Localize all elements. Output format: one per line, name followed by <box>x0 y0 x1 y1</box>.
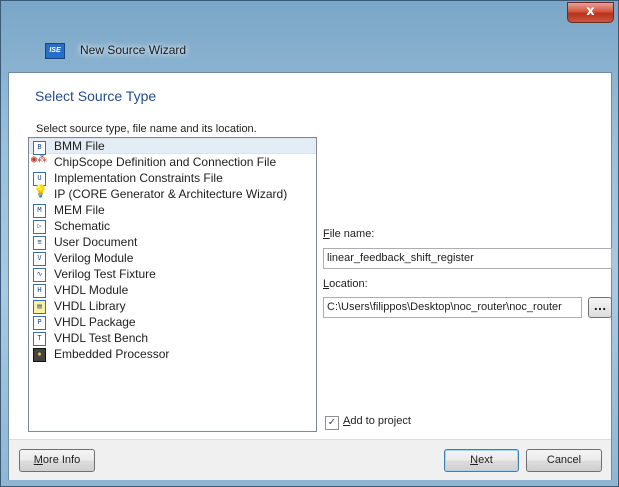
file-verilog-test-icon: ∿ <box>33 268 46 282</box>
list-item-mem-file[interactable]: M MEM File <box>29 202 316 218</box>
list-item-chipscope[interactable]: ◉⁂ ChipScope Definition and Connection Fi… <box>29 154 316 170</box>
file-name-input[interactable]: linear_feedback_shift_register <box>323 248 612 269</box>
list-item-label: Embedded Processor <box>54 347 170 361</box>
list-item-verilog-module[interactable]: V Verilog Module <box>29 250 316 266</box>
list-item-label: Verilog Test Fixture <box>54 267 156 281</box>
file-mem-icon: M <box>33 204 46 218</box>
list-item-ip[interactable]: 💡 IP (CORE Generator & Architecture Wizar… <box>29 184 316 202</box>
wizard-window: ISE New Source Wizard x Select Source Ty… <box>0 0 619 487</box>
list-item-label: BMM File <box>54 139 105 153</box>
close-button[interactable]: x <box>567 2 614 23</box>
next-button[interactable]: Next <box>444 449 519 472</box>
more-info-button[interactable]: More Info <box>19 449 95 472</box>
title-bar[interactable]: ISE New Source Wizard x <box>1 1 618 71</box>
list-item-vhdl-module[interactable]: H VHDL Module <box>29 282 316 298</box>
list-item-label: IP (CORE Generator & Architecture Wizard… <box>54 187 288 201</box>
cancel-button[interactable]: Cancel <box>526 449 602 472</box>
list-item-constraints[interactable]: U Implementation Constraints File <box>29 170 316 186</box>
list-item-label: VHDL Module <box>54 283 129 297</box>
list-item-label: MEM File <box>54 203 105 217</box>
location-input[interactable]: C:\Users\filippos\Desktop\noc_router\noc… <box>323 297 582 318</box>
page-title: Select Source Type <box>35 88 157 104</box>
list-item-embedded-processor[interactable]: ✸ Embedded Processor <box>29 346 316 362</box>
browse-button[interactable]: ... <box>588 297 612 318</box>
file-verilog-icon: V <box>33 252 46 266</box>
source-type-list[interactable]: B BMM File ◉⁂ ChipScope Definition and Con… <box>28 137 317 432</box>
file-vhdl-testbench-icon: T <box>33 332 46 346</box>
ip-bulb-icon: 💡 <box>33 184 48 198</box>
button-bar: More Info Next Cancel <box>9 439 611 480</box>
file-bmm-icon: B <box>33 141 46 155</box>
file-schematic-icon: ▷ <box>33 220 46 234</box>
list-item-label: Implementation Constraints File <box>54 171 223 185</box>
add-to-project-checkbox[interactable]: ✓ <box>325 416 339 430</box>
file-vhdl-package-icon: P <box>33 316 46 330</box>
add-to-project-label[interactable]: Add to project <box>343 415 411 427</box>
list-item-user-document[interactable]: ≡ User Document <box>29 234 316 250</box>
list-item-label: ChipScope Definition and Connection File <box>54 155 277 169</box>
list-item-label: VHDL Package <box>54 315 136 329</box>
file-name-label: File name: <box>323 228 375 240</box>
location-label: Location: <box>323 278 368 290</box>
list-item-schematic[interactable]: ▷ Schematic <box>29 218 316 234</box>
list-item-label: Verilog Module <box>54 251 134 265</box>
list-item-vhdl-library[interactable]: ▤ VHDL Library <box>29 298 316 314</box>
list-item-label: VHDL Library <box>54 299 126 313</box>
list-item-label: User Document <box>54 235 138 249</box>
ise-logo-icon: ISE <box>45 43 65 59</box>
file-document-icon: ≡ <box>33 236 46 250</box>
chipscope-icon: ◉⁂ <box>31 154 48 165</box>
instruction-text: Select source type, file name and its lo… <box>36 123 257 135</box>
list-item-vhdl-package[interactable]: P VHDL Package <box>29 314 316 330</box>
list-item-label: VHDL Test Bench <box>54 331 149 345</box>
list-item-label: Schematic <box>54 219 111 233</box>
embedded-processor-icon: ✸ <box>33 348 46 362</box>
list-item-bmm-file[interactable]: B BMM File <box>29 138 316 155</box>
list-item-verilog-test-fixture[interactable]: ∿ Verilog Test Fixture <box>29 266 316 282</box>
list-item-vhdl-test-bench[interactable]: T VHDL Test Bench <box>29 330 316 346</box>
file-vhdl-library-icon: ▤ <box>33 300 46 314</box>
file-vhdl-icon: H <box>33 284 46 298</box>
window-title: New Source Wizard <box>80 43 187 57</box>
wizard-content: Select Source Type Select source type, f… <box>8 72 612 480</box>
